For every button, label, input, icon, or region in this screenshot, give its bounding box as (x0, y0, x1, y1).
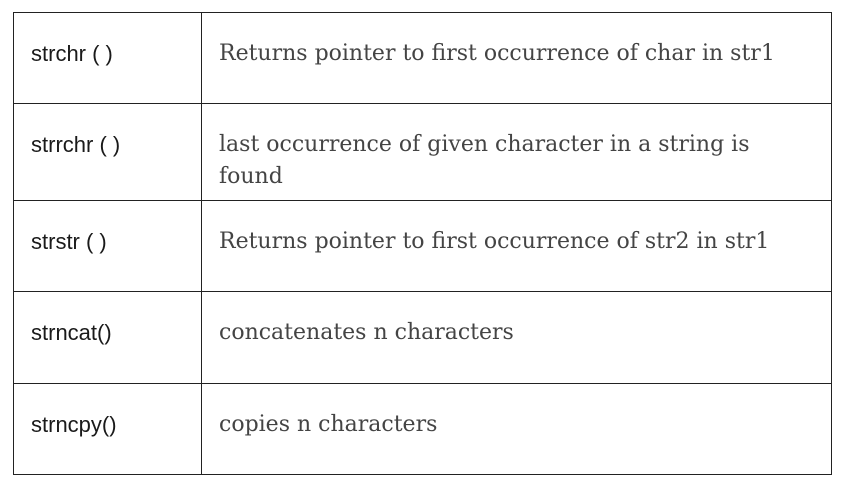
table-row: strrchr ( ) last occurrence of given cha… (13, 103, 832, 201)
function-description: concatenates n characters (219, 320, 514, 345)
table-row: strncpy() copies n characters (13, 383, 832, 475)
function-description: Returns pointer to first occurrence of s… (219, 229, 770, 254)
description-cell: last occurrence of given character in a … (201, 103, 832, 201)
function-cell: strchr ( ) (13, 12, 202, 104)
function-name: strchr ( ) (31, 41, 113, 66)
table-row: strstr ( ) Returns pointer to first occu… (13, 200, 832, 292)
function-description: Returns pointer to first occurrence of c… (219, 41, 775, 66)
function-cell: strncpy() (13, 383, 202, 475)
function-name: strncat() (31, 320, 112, 345)
table-row: strncat() concatenates n characters (13, 291, 832, 384)
function-name: strrchr ( ) (31, 132, 121, 157)
function-cell: strrchr ( ) (13, 103, 202, 201)
function-cell: strncat() (13, 291, 202, 384)
function-name: strncpy() (31, 412, 117, 437)
function-cell: strstr ( ) (13, 200, 202, 292)
description-cell: concatenates n characters (201, 291, 832, 384)
string-functions-table: strchr ( ) Returns pointer to first occu… (13, 12, 832, 475)
description-cell: Returns pointer to first occurrence of s… (201, 200, 832, 292)
string-functions-table-container: strchr ( ) Returns pointer to first occu… (13, 12, 832, 475)
description-cell: copies n characters (201, 383, 832, 475)
description-cell: Returns pointer to first occurrence of c… (201, 12, 832, 104)
function-description: copies n characters (219, 412, 438, 437)
function-description: last occurrence of given character in a … (219, 132, 750, 189)
table-row: strchr ( ) Returns pointer to first occu… (13, 12, 832, 104)
function-name: strstr ( ) (31, 229, 107, 254)
